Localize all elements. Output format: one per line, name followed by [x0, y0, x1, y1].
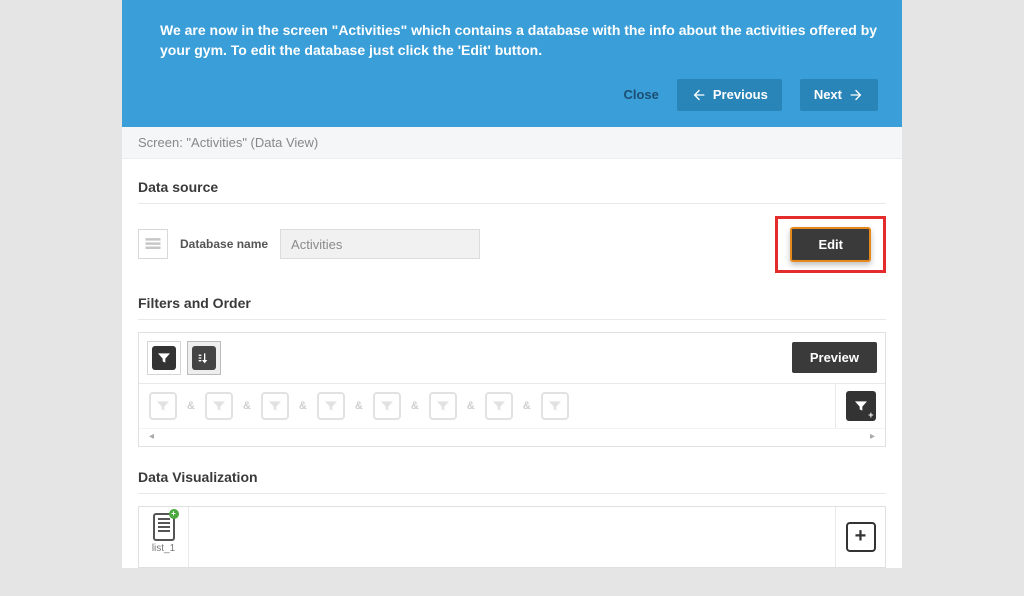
- and-separator: &: [461, 400, 481, 412]
- and-separator: &: [517, 400, 537, 412]
- plus-badge-icon: +: [868, 410, 873, 420]
- add-filter-cell: +: [835, 384, 885, 428]
- viz-tab-list1[interactable]: + list_1: [139, 507, 189, 567]
- arrow-right-icon: [848, 87, 864, 103]
- next-label: Next: [814, 87, 842, 102]
- section-title-datasource: Data source: [138, 179, 886, 195]
- scroll-left-icon[interactable]: ◂: [149, 431, 154, 442]
- preview-button[interactable]: Preview: [792, 342, 877, 373]
- previous-button[interactable]: Previous: [677, 79, 782, 111]
- and-separator: &: [349, 400, 369, 412]
- viz-canvas: [189, 507, 835, 567]
- section-title-filters: Filters and Order: [138, 295, 886, 311]
- banner-text: We are now in the screen "Activities" wh…: [160, 20, 878, 61]
- section-title-viz: Data Visualization: [138, 469, 886, 485]
- list-icon: +: [153, 513, 175, 541]
- viz-panel: + list_1 +: [138, 506, 886, 568]
- database-icon: [138, 229, 168, 259]
- edit-highlight-box: Edit: [775, 216, 886, 273]
- and-separator: &: [405, 400, 425, 412]
- filter-slot[interactable]: [429, 392, 457, 420]
- filter-slot[interactable]: [541, 392, 569, 420]
- scroll-right-icon[interactable]: ▸: [870, 431, 875, 442]
- close-button[interactable]: Close: [623, 87, 658, 102]
- arrow-left-icon: [691, 87, 707, 103]
- viz-tab-label: list_1: [152, 543, 175, 554]
- edit-button[interactable]: Edit: [790, 227, 871, 262]
- tutorial-banner: We are now in the screen "Activities" wh…: [122, 0, 902, 127]
- scroll-indicator: ◂ ▸: [139, 428, 885, 446]
- filter-slot[interactable]: [485, 392, 513, 420]
- breadcrumb: Screen: "Activities" (Data View): [122, 127, 902, 159]
- sort-icon: [196, 350, 212, 366]
- next-button[interactable]: Next: [800, 79, 878, 111]
- filter-slot[interactable]: [373, 392, 401, 420]
- add-viz-button[interactable]: +: [846, 522, 876, 552]
- and-separator: &: [181, 400, 201, 412]
- filter-slots-strip: & & & & & & &: [139, 384, 835, 428]
- filter-slot[interactable]: [205, 392, 233, 420]
- database-name-label: Database name: [180, 237, 268, 251]
- tab-sort[interactable]: [187, 341, 221, 375]
- previous-label: Previous: [713, 87, 768, 102]
- and-separator: &: [293, 400, 313, 412]
- filters-panel: Preview & & & & & &: [138, 332, 886, 447]
- viz-add-cell: +: [835, 507, 885, 567]
- filter-slot[interactable]: [317, 392, 345, 420]
- and-separator: &: [237, 400, 257, 412]
- tab-filter[interactable]: [147, 341, 181, 375]
- add-filter-button[interactable]: +: [846, 391, 876, 421]
- filter-slot[interactable]: [149, 392, 177, 420]
- filter-icon: [156, 350, 172, 366]
- plus-badge-icon: +: [169, 509, 179, 519]
- database-name-field[interactable]: [280, 229, 480, 259]
- filter-slot[interactable]: [261, 392, 289, 420]
- filter-icon: [853, 398, 869, 414]
